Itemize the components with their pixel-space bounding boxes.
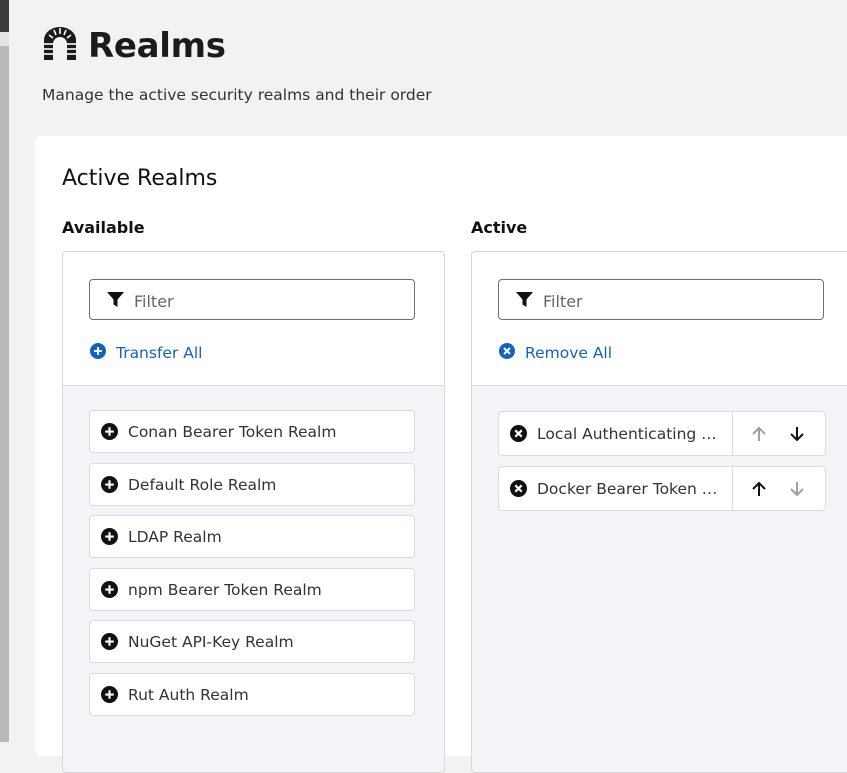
available-item-label: npm Bearer Token Realm [128,580,322,599]
available-item-label: Conan Bearer Token Realm [128,422,337,441]
active-item[interactable]: Local Authenticating Realm [498,411,826,456]
active-item-label: Docker Bearer Token Realm [537,479,719,498]
card-title: Active Realms [62,166,218,191]
available-item-label: Rut Auth Realm [128,685,249,704]
active-item-label: Local Authenticating Realm [537,424,719,443]
scrollbar-thumb[interactable] [0,32,9,46]
filter-icon [516,292,533,312]
active-panel-header: Remove All [472,252,847,386]
available-panel: Transfer All Conan Bearer Token Realm De… [62,251,445,773]
plus-circle-icon [90,343,106,363]
plus-circle-icon[interactable] [101,476,118,493]
transfer-all-button[interactable]: Transfer All [90,343,202,363]
plus-circle-icon[interactable] [101,633,118,650]
available-item[interactable]: npm Bearer Token Realm [89,568,415,611]
move-down-arrow-icon[interactable] [787,424,807,444]
available-item[interactable]: Rut Auth Realm [89,673,415,716]
times-circle-icon[interactable] [510,480,527,497]
available-item[interactable]: Conan Bearer Token Realm [89,410,415,453]
filter-icon [107,292,124,312]
remove-all-label: Remove All [525,344,613,362]
page-title: Realms [88,26,226,66]
available-filter[interactable] [89,279,415,320]
available-item-label: LDAP Realm [128,527,222,546]
castle-gate-icon [42,26,78,66]
window-edge [0,0,9,32]
times-circle-icon[interactable] [510,425,527,442]
available-item[interactable]: LDAP Realm [89,515,415,558]
active-filter[interactable] [498,279,824,320]
active-label: Active [471,218,528,237]
times-circle-icon [499,343,515,363]
active-filter-input[interactable] [541,288,815,314]
plus-circle-icon[interactable] [101,528,118,545]
move-down-arrow-icon[interactable] [787,479,807,499]
available-item[interactable]: Default Role Realm [89,463,415,506]
page-subtitle: Manage the active security realms and th… [42,86,432,104]
available-item-label: NuGet API-Key Realm [128,632,294,651]
page-header: Realms [42,26,226,66]
plus-circle-icon[interactable] [101,581,118,598]
available-label: Available [62,218,145,237]
move-up-arrow-icon[interactable] [749,424,769,444]
active-realms-card: Active Realms Available Transfer All Con… [35,136,847,773]
remove-all-button[interactable]: Remove All [499,343,612,363]
active-item[interactable]: Docker Bearer Token Realm [498,466,826,511]
transfer-all-label: Transfer All [116,344,203,362]
move-up-arrow-icon[interactable] [749,479,769,499]
scrollbar-track[interactable] [0,32,9,742]
active-panel: Remove All Local Authenticating Realm Do… [471,251,847,773]
available-item[interactable]: NuGet API-Key Realm [89,620,415,663]
available-filter-input[interactable] [132,288,406,314]
plus-circle-icon[interactable] [101,423,118,440]
plus-circle-icon[interactable] [101,686,118,703]
available-panel-header: Transfer All [63,252,444,386]
available-item-label: Default Role Realm [128,475,277,494]
